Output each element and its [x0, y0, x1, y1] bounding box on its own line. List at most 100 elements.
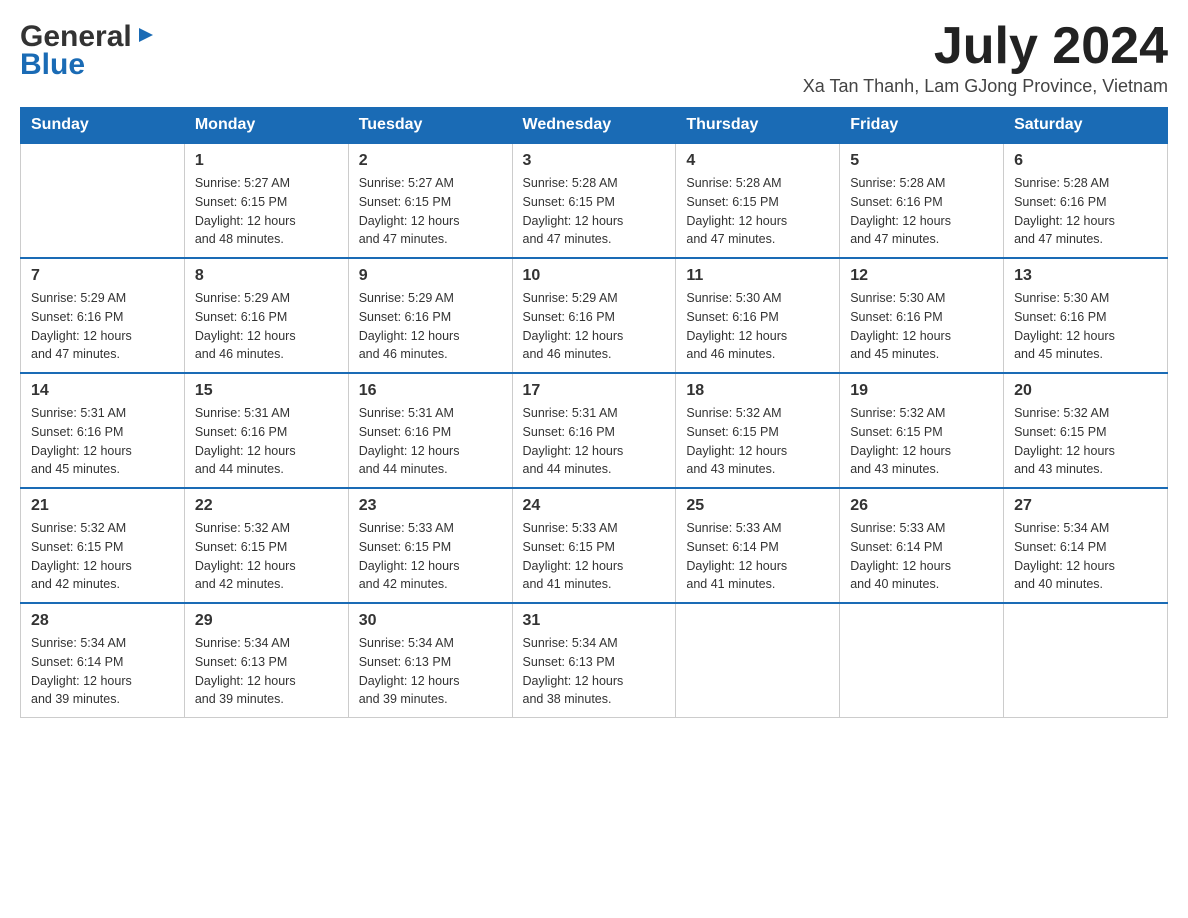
- week-row-1: 1 Sunrise: 5:27 AMSunset: 6:15 PMDaylight…: [21, 143, 1168, 258]
- calendar-header-row: SundayMondayTuesdayWednesdayThursdayFrid…: [21, 108, 1168, 144]
- calendar-cell: 19 Sunrise: 5:32 AMSunset: 6:15 PMDayligh…: [840, 373, 1004, 488]
- calendar-cell: 26 Sunrise: 5:33 AMSunset: 6:14 PMDayligh…: [840, 488, 1004, 603]
- calendar-cell: 21 Sunrise: 5:32 AMSunset: 6:15 PMDayligh…: [21, 488, 185, 603]
- day-number: 13: [1014, 267, 1157, 285]
- logo-triangle-icon: [135, 24, 157, 51]
- calendar-cell: 17 Sunrise: 5:31 AMSunset: 6:16 PMDayligh…: [512, 373, 676, 488]
- day-info: Sunrise: 5:33 AMSunset: 6:14 PMDaylight:…: [686, 519, 829, 594]
- calendar-cell: 24 Sunrise: 5:33 AMSunset: 6:15 PMDayligh…: [512, 488, 676, 603]
- day-number: 2: [359, 152, 502, 170]
- calendar-cell: 12 Sunrise: 5:30 AMSunset: 6:16 PMDayligh…: [840, 258, 1004, 373]
- day-info: Sunrise: 5:28 AMSunset: 6:16 PMDaylight:…: [1014, 174, 1157, 249]
- day-number: 14: [31, 382, 174, 400]
- calendar-table: SundayMondayTuesdayWednesdayThursdayFrid…: [20, 107, 1168, 718]
- logo: General Blue: [20, 20, 157, 82]
- day-info: Sunrise: 5:33 AMSunset: 6:14 PMDaylight:…: [850, 519, 993, 594]
- column-header-wednesday: Wednesday: [512, 108, 676, 144]
- calendar-cell: 5 Sunrise: 5:28 AMSunset: 6:16 PMDaylight…: [840, 143, 1004, 258]
- day-number: 24: [523, 497, 666, 515]
- day-info: Sunrise: 5:32 AMSunset: 6:15 PMDaylight:…: [31, 519, 174, 594]
- day-info: Sunrise: 5:34 AMSunset: 6:13 PMDaylight:…: [359, 634, 502, 709]
- day-info: Sunrise: 5:28 AMSunset: 6:15 PMDaylight:…: [523, 174, 666, 249]
- column-header-friday: Friday: [840, 108, 1004, 144]
- day-number: 29: [195, 612, 338, 630]
- day-number: 30: [359, 612, 502, 630]
- calendar-cell: 10 Sunrise: 5:29 AMSunset: 6:16 PMDayligh…: [512, 258, 676, 373]
- calendar-cell: [676, 603, 840, 718]
- calendar-cell: 31Sunrise: 5:34 AMSunset: 6:13 PMDayligh…: [512, 603, 676, 718]
- calendar-cell: 18 Sunrise: 5:32 AMSunset: 6:15 PMDayligh…: [676, 373, 840, 488]
- day-info: Sunrise: 5:28 AMSunset: 6:16 PMDaylight:…: [850, 174, 993, 249]
- day-number: 5: [850, 152, 993, 170]
- day-number: 15: [195, 382, 338, 400]
- day-info: Sunrise: 5:31 AMSunset: 6:16 PMDaylight:…: [31, 404, 174, 479]
- week-row-4: 21 Sunrise: 5:32 AMSunset: 6:15 PMDayligh…: [21, 488, 1168, 603]
- calendar-cell: 15 Sunrise: 5:31 AMSunset: 6:16 PMDayligh…: [184, 373, 348, 488]
- logo-blue: Blue: [20, 48, 85, 82]
- day-number: 19: [850, 382, 993, 400]
- calendar-cell: 6 Sunrise: 5:28 AMSunset: 6:16 PMDaylight…: [1004, 143, 1168, 258]
- day-number: 25: [686, 497, 829, 515]
- calendar-cell: [840, 603, 1004, 718]
- day-number: 22: [195, 497, 338, 515]
- day-info: Sunrise: 5:30 AMSunset: 6:16 PMDaylight:…: [686, 289, 829, 364]
- column-header-monday: Monday: [184, 108, 348, 144]
- day-number: 23: [359, 497, 502, 515]
- day-info: Sunrise: 5:30 AMSunset: 6:16 PMDaylight:…: [850, 289, 993, 364]
- day-info: Sunrise: 5:29 AMSunset: 6:16 PMDaylight:…: [31, 289, 174, 364]
- calendar-cell: 7Sunrise: 5:29 AMSunset: 6:16 PMDaylight…: [21, 258, 185, 373]
- calendar-cell: 13 Sunrise: 5:30 AMSunset: 6:16 PMDayligh…: [1004, 258, 1168, 373]
- day-info: Sunrise: 5:29 AMSunset: 6:16 PMDaylight:…: [195, 289, 338, 364]
- calendar-cell: 8 Sunrise: 5:29 AMSunset: 6:16 PMDaylight…: [184, 258, 348, 373]
- title-section: July 2024 Xa Tan Thanh, Lam GJong Provin…: [803, 20, 1168, 97]
- calendar-cell: 20Sunrise: 5:32 AMSunset: 6:15 PMDayligh…: [1004, 373, 1168, 488]
- calendar-cell: 29 Sunrise: 5:34 AMSunset: 6:13 PMDayligh…: [184, 603, 348, 718]
- day-info: Sunrise: 5:29 AMSunset: 6:16 PMDaylight:…: [523, 289, 666, 364]
- page-header: General Blue July 2024 Xa Tan Thanh, Lam…: [20, 20, 1168, 97]
- day-info: Sunrise: 5:29 AMSunset: 6:16 PMDaylight:…: [359, 289, 502, 364]
- day-number: 12: [850, 267, 993, 285]
- day-number: 20: [1014, 382, 1157, 400]
- day-info: Sunrise: 5:31 AMSunset: 6:16 PMDaylight:…: [359, 404, 502, 479]
- calendar-cell: 14 Sunrise: 5:31 AMSunset: 6:16 PMDayligh…: [21, 373, 185, 488]
- calendar-cell: 16 Sunrise: 5:31 AMSunset: 6:16 PMDayligh…: [348, 373, 512, 488]
- calendar-cell: 22Sunrise: 5:32 AMSunset: 6:15 PMDayligh…: [184, 488, 348, 603]
- day-number: 17: [523, 382, 666, 400]
- day-info: Sunrise: 5:33 AMSunset: 6:15 PMDaylight:…: [359, 519, 502, 594]
- day-number: 4: [686, 152, 829, 170]
- day-number: 8: [195, 267, 338, 285]
- day-number: 21: [31, 497, 174, 515]
- calendar-cell: 9 Sunrise: 5:29 AMSunset: 6:16 PMDaylight…: [348, 258, 512, 373]
- column-header-thursday: Thursday: [676, 108, 840, 144]
- day-info: Sunrise: 5:32 AMSunset: 6:15 PMDaylight:…: [686, 404, 829, 479]
- day-number: 1: [195, 152, 338, 170]
- calendar-cell: 30 Sunrise: 5:34 AMSunset: 6:13 PMDayligh…: [348, 603, 512, 718]
- day-info: Sunrise: 5:31 AMSunset: 6:16 PMDaylight:…: [195, 404, 338, 479]
- day-number: 28: [31, 612, 174, 630]
- week-row-3: 14 Sunrise: 5:31 AMSunset: 6:16 PMDayligh…: [21, 373, 1168, 488]
- day-number: 26: [850, 497, 993, 515]
- day-info: Sunrise: 5:34 AMSunset: 6:13 PMDaylight:…: [195, 634, 338, 709]
- day-info: Sunrise: 5:32 AMSunset: 6:15 PMDaylight:…: [850, 404, 993, 479]
- location-subtitle: Xa Tan Thanh, Lam GJong Province, Vietna…: [803, 76, 1168, 97]
- day-info: Sunrise: 5:31 AMSunset: 6:16 PMDaylight:…: [523, 404, 666, 479]
- day-number: 18: [686, 382, 829, 400]
- day-number: 31: [523, 612, 666, 630]
- day-number: 3: [523, 152, 666, 170]
- day-number: 27: [1014, 497, 1157, 515]
- day-number: 10: [523, 267, 666, 285]
- week-row-2: 7Sunrise: 5:29 AMSunset: 6:16 PMDaylight…: [21, 258, 1168, 373]
- day-info: Sunrise: 5:27 AMSunset: 6:15 PMDaylight:…: [359, 174, 502, 249]
- month-year-title: July 2024: [803, 20, 1168, 72]
- calendar-cell: [21, 143, 185, 258]
- day-number: 6: [1014, 152, 1157, 170]
- day-number: 16: [359, 382, 502, 400]
- day-info: Sunrise: 5:27 AMSunset: 6:15 PMDaylight:…: [195, 174, 338, 249]
- day-info: Sunrise: 5:30 AMSunset: 6:16 PMDaylight:…: [1014, 289, 1157, 364]
- day-number: 9: [359, 267, 502, 285]
- day-info: Sunrise: 5:33 AMSunset: 6:15 PMDaylight:…: [523, 519, 666, 594]
- week-row-5: 28Sunrise: 5:34 AMSunset: 6:14 PMDayligh…: [21, 603, 1168, 718]
- column-header-saturday: Saturday: [1004, 108, 1168, 144]
- calendar-cell: 4Sunrise: 5:28 AMSunset: 6:15 PMDaylight…: [676, 143, 840, 258]
- calendar-cell: 23 Sunrise: 5:33 AMSunset: 6:15 PMDayligh…: [348, 488, 512, 603]
